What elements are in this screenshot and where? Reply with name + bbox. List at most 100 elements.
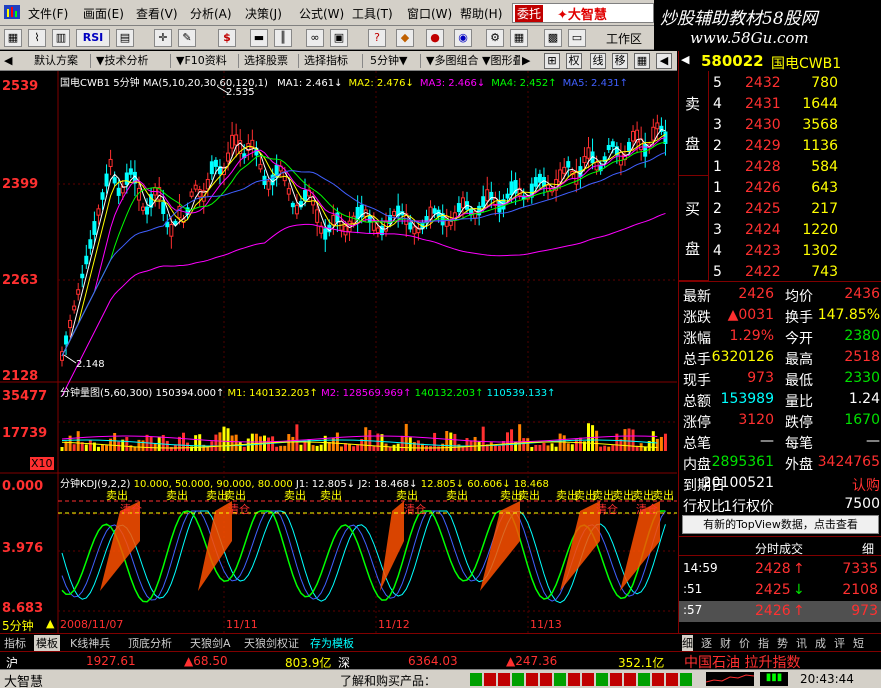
select-indicator-button[interactable]: 选择指标 — [304, 53, 348, 69]
volume-bar — [230, 435, 234, 451]
app-icon[interactable] — [4, 5, 20, 22]
info-tab[interactable]: 逐 — [701, 635, 712, 651]
ask-row[interactable]: 3 2430 3568 — [679, 115, 881, 136]
right-button-2[interactable]: 线 — [590, 53, 606, 69]
candle-body — [323, 228, 328, 240]
disc-icon[interactable]: ◉ — [454, 29, 472, 47]
bid-row[interactable]: 4 2423 1302 — [679, 241, 881, 262]
ticks-title: 分时成交 — [755, 542, 804, 556]
candle-body — [226, 152, 231, 162]
select-stock-button[interactable]: 选择股票 — [244, 53, 288, 69]
info-tab[interactable]: 细 — [682, 635, 693, 651]
stat-value: 2436 — [844, 286, 880, 302]
scroll-right-icon[interactable]: ▶ — [522, 53, 530, 69]
candle-body — [64, 335, 69, 345]
layout-icon[interactable]: ▦ — [4, 29, 22, 47]
right-button-3[interactable]: 移 — [612, 53, 628, 69]
right-button-1[interactable]: 权 — [566, 53, 582, 69]
crosshair-icon[interactable]: ✛ — [154, 29, 172, 47]
tab-template[interactable]: 模板 — [34, 635, 60, 651]
info-tab[interactable]: 财 — [720, 635, 731, 651]
f10-dropdown[interactable]: ▼F10资料 — [176, 53, 227, 69]
volume-bars — [60, 423, 667, 451]
volume-bar — [534, 444, 538, 451]
period-tag-marker: ▲ — [46, 617, 55, 630]
info-tab[interactable]: 势 — [777, 635, 788, 651]
grid-icon[interactable]: ▩ — [544, 29, 562, 47]
ask-row[interactable]: 5 2432 780 — [679, 73, 881, 94]
ask-row[interactable]: 2 2429 1136 — [679, 136, 881, 157]
bid-row[interactable]: 1 2426 643 — [679, 178, 881, 199]
menu-window[interactable]: 窗口(W) — [407, 5, 452, 22]
rsi-icon[interactable]: RSI — [76, 29, 110, 47]
info-tab[interactable]: 评 — [834, 635, 845, 651]
bid-row[interactable]: 3 2424 1220 — [679, 220, 881, 241]
binoculars-icon[interactable]: ∞ — [306, 29, 324, 47]
report-icon[interactable]: ▣ — [330, 29, 348, 47]
alert-icon[interactable]: ? — [368, 29, 386, 47]
minute-chart-icon[interactable]: ⌇ — [28, 29, 46, 47]
settings-icon[interactable]: ⚙ — [486, 29, 504, 47]
ask-row[interactable]: 4 2431 1644 — [679, 94, 881, 115]
candle-body — [485, 189, 490, 202]
info-tab[interactable]: 成 — [815, 635, 826, 651]
ticks-detail-button[interactable]: 细 — [862, 540, 874, 557]
candle-body — [193, 184, 198, 190]
crosshair-toggle-icon[interactable]: ⊞ — [544, 53, 560, 69]
scroll-left-icon[interactable]: ◀ — [4, 53, 12, 69]
tab-indicator[interactable]: 指标 — [4, 635, 26, 651]
prev-stock-icon[interactable]: ◀ — [656, 53, 672, 69]
multi-chart-button[interactable]: ▼多图组合 — [426, 53, 478, 69]
bars-icon[interactable]: ║ — [274, 29, 292, 47]
volume-bar — [518, 424, 522, 451]
tab-kline-god[interactable]: K线神兵 — [70, 635, 110, 651]
menu-tools[interactable]: 工具(T) — [352, 5, 393, 22]
kline-icon[interactable]: ▥ — [52, 29, 70, 47]
menu-formula[interactable]: 公式(W) — [299, 5, 344, 22]
bid-row[interactable]: 2 2425 217 — [679, 199, 881, 220]
tab-top-bottom[interactable]: 顶底分析 — [128, 635, 172, 651]
menu-analysis[interactable]: 分析(A) — [190, 5, 232, 22]
tab-sword-a[interactable]: 天狼剑A — [190, 635, 231, 651]
candle-body — [161, 202, 166, 214]
menu-file[interactable]: 文件(F) — [28, 5, 68, 22]
news-icon[interactable]: ▬ — [250, 29, 268, 47]
tech-analysis-dropdown[interactable]: ▼技术分析 — [96, 53, 148, 69]
overlay-button[interactable]: ▼图形叠加 — [482, 53, 520, 69]
candle-body — [88, 239, 93, 249]
info-tab[interactable]: 价 — [739, 635, 750, 651]
volume-bar — [153, 443, 157, 451]
pen-icon[interactable]: ✎ — [178, 29, 196, 47]
nav-left-icon[interactable]: ◀ — [681, 53, 689, 66]
trade-button[interactable]: 委托 — [515, 5, 544, 22]
tick-row: 14:59 2428 ↑ 7335 — [679, 559, 881, 580]
volume-m2: M2: 128569.969↑ — [321, 388, 412, 399]
period-dropdown[interactable]: 5分钟▼ — [370, 53, 407, 69]
table-icon[interactable]: ▤ — [116, 29, 134, 47]
menu-view[interactable]: 查看(V) — [136, 5, 178, 22]
tab-save-template[interactable]: 存为模板 — [310, 635, 354, 651]
tab-sword-warrant[interactable]: 天狼剑权证 — [244, 635, 299, 651]
candle-body — [72, 305, 77, 311]
diamond-icon[interactable]: ◆ — [396, 29, 414, 47]
topview-notice[interactable]: 有新的TopView数据，点击查看 — [682, 515, 879, 534]
menu-grid-icon[interactable]: ▦ — [634, 53, 650, 69]
calc-icon[interactable]: ▦ — [510, 29, 528, 47]
ask-row[interactable]: 1 2428 584 — [679, 157, 881, 178]
menu-decision[interactable]: 决策(J) — [245, 5, 282, 22]
dollar-icon[interactable]: $ — [218, 29, 236, 47]
separator — [90, 54, 91, 68]
menu-view-screen[interactable]: 画面(E) — [83, 5, 124, 22]
screen-icon[interactable]: ▭ — [568, 29, 586, 47]
scheme-dropdown[interactable]: 默认方案 — [34, 53, 78, 69]
chart-area[interactable]: 国电CWB1 5分钟 MA(5,10,20,30,60,120,1) MA1: … — [0, 71, 677, 633]
bid-price: 2426 — [745, 180, 781, 196]
info-tab[interactable]: 指 — [758, 635, 769, 651]
candle-body — [84, 255, 89, 265]
workspace-button[interactable]: 工作区 — [606, 30, 642, 47]
capsule-icon[interactable]: ● — [426, 29, 444, 47]
info-tab[interactable]: 讯 — [796, 635, 807, 651]
bid-row[interactable]: 5 2422 743 — [679, 262, 881, 283]
menu-help[interactable]: 帮助(H) — [460, 5, 502, 22]
info-tab[interactable]: 短 — [853, 635, 864, 651]
